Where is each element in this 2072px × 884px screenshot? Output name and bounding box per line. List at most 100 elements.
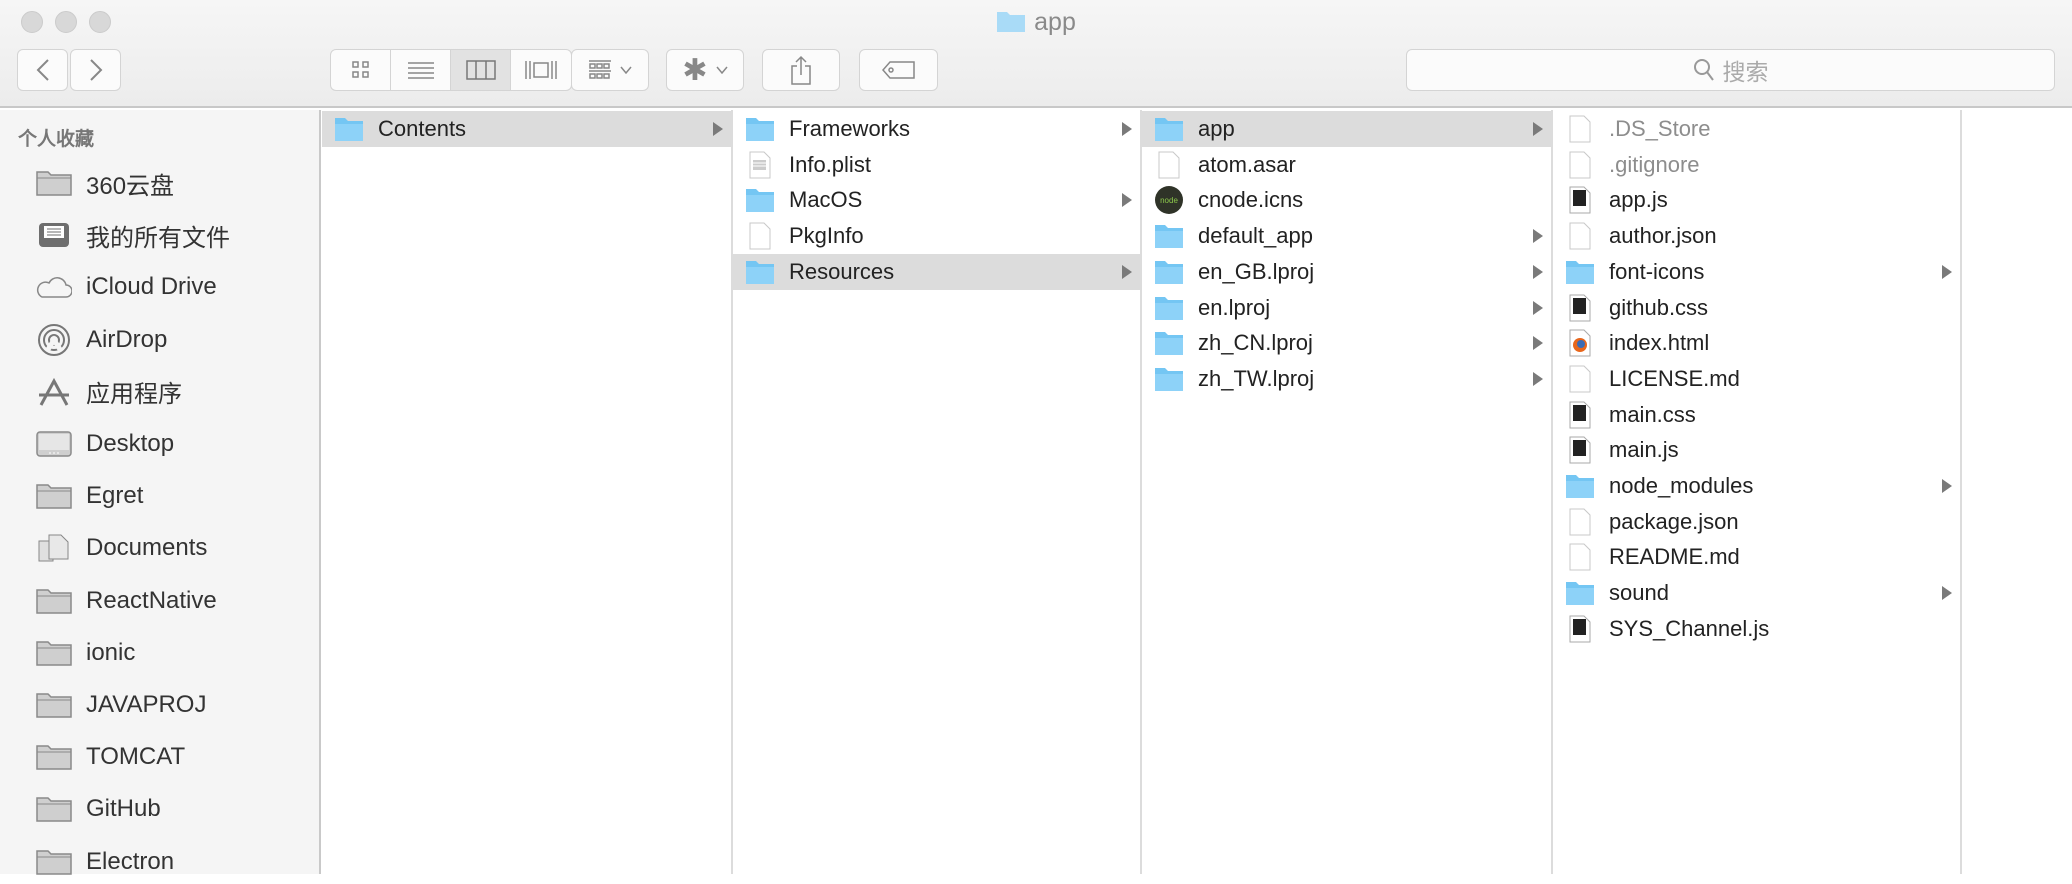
file-name: default_app [1198,223,1313,249]
file-name: index.html [1609,330,1710,356]
cover-flow-button[interactable] [511,50,571,90]
forward-button[interactable] [70,49,121,91]
file-row[interactable]: atom.asar [1142,147,1551,183]
file-row[interactable]: MacOS [733,182,1140,218]
file-row[interactable]: PkgInfo [733,218,1140,254]
file-name: SYS_Channel.js [1609,615,1770,641]
folder-icon [1154,222,1184,250]
file-name: atom.asar [1198,151,1296,177]
file-row[interactable]: github.css [1553,290,1960,326]
file-name: MacOS [789,187,863,213]
file-row[interactable]: en.lproj [1142,290,1551,326]
code-icon [1565,615,1595,643]
file-name: github.css [1609,294,1709,320]
file-row[interactable]: .gitignore [1553,147,1960,183]
icon-view-button[interactable] [331,50,391,90]
folder-icon [1154,115,1184,143]
file-name: main.js [1609,437,1679,463]
code-icon [1565,436,1595,464]
sidebar-item-label: Electron [86,847,175,875]
file-name: font-icons [1609,258,1705,284]
folder-icon [1154,294,1184,322]
sidebar-item[interactable]: TOMCAT [36,735,185,779]
all-files-icon [36,221,72,249]
file-row[interactable]: font-icons [1553,254,1960,290]
folder-icon [745,258,775,286]
sidebar-item[interactable]: 应用程序 [36,370,182,414]
share-button[interactable] [762,49,840,91]
file-row[interactable]: Resources [733,253,1140,290]
file-row[interactable]: sound [1553,575,1960,611]
file-name: zh_CN.lproj [1198,330,1313,356]
file-name: node_modules [1609,473,1754,498]
sidebar-item[interactable]: JAVAPROJ [36,683,206,727]
search-input[interactable]: 搜索 [1406,49,2055,91]
file-name: sound [1609,580,1669,606]
file-name: .DS_Store [1609,116,1711,141]
file-row[interactable]: zh_CN.lproj [1142,325,1551,361]
back-button[interactable] [17,49,68,91]
disclosure-arrow-icon [1533,336,1543,351]
file-row[interactable]: app [1142,111,1551,147]
file-row[interactable]: Frameworks [733,111,1140,147]
file-name: Resources [789,258,895,284]
documents-icon [36,534,72,562]
disclosure-arrow-icon [1533,122,1543,136]
sidebar-item[interactable]: Desktop [36,422,174,466]
sidebar: 个人收藏 360云盘 我的所有文件 iCloud Drive AirDrop 应用程序 D… [0,110,321,875]
folder-icon [334,115,364,143]
folder-icon [36,743,72,771]
sidebar-item[interactable]: ReactNative [36,579,217,623]
file-name: cnode.icns [1198,187,1304,213]
file-row[interactable]: SYS_Channel.js [1553,611,1960,647]
file-row[interactable]: zh_TW.lproj [1142,361,1551,397]
sidebar-item[interactable]: 我的所有文件 [36,213,230,257]
file-row[interactable]: main.js [1553,432,1960,468]
file-row[interactable]: README.md [1553,539,1960,575]
sidebar-item[interactable]: 360云盘 [36,161,174,205]
file-row[interactable]: Contents [322,111,731,147]
sidebar-item[interactable]: Egret [36,474,143,518]
file-row[interactable]: app.js [1553,182,1960,218]
file-row[interactable]: .DS_Store [1553,111,1960,147]
file-row[interactable]: package.json [1553,504,1960,540]
file-row[interactable]: default_app [1142,218,1551,254]
action-button[interactable]: ✱ [666,49,744,91]
code-icon [1565,401,1595,429]
sidebar-item[interactable]: GitHub [36,787,161,831]
browser-column: .DS_Store .gitignore app.js author.json font… [1553,110,1962,874]
folder-icon [36,169,72,197]
disclosure-arrow-icon [1122,122,1132,136]
arrange-icon [589,60,611,79]
code-icon [1565,294,1595,322]
file-row[interactable]: LICENSE.md [1553,361,1960,397]
applications-icon [36,377,72,406]
tag-button[interactable] [859,49,938,91]
file-row[interactable]: en_GB.lproj [1142,254,1551,290]
list-view-button[interactable] [391,50,451,90]
folder-icon [1565,579,1595,607]
file-row[interactable]: index.html [1553,325,1960,361]
sidebar-item-label: 应用程序 [86,381,182,409]
sidebar-item[interactable]: ionic [36,631,135,675]
column-view-button[interactable] [451,50,511,90]
svg-text:node: node [1160,196,1178,205]
browser-column: Contents [322,110,733,874]
file-name: zh_TW.lproj [1198,365,1315,391]
file-row[interactable]: node_modules [1553,468,1960,504]
sidebar-item[interactable]: Electron [36,840,174,884]
chevron-down-icon [715,66,728,74]
file-row[interactable]: node cnode.icns [1142,182,1551,218]
file-row[interactable]: author.json [1553,218,1960,254]
sidebar-item[interactable]: iCloud Drive [36,265,217,309]
arrange-button[interactable] [571,49,649,91]
file-name: en_GB.lproj [1198,258,1315,284]
browser-column: Frameworks Info.plist MacOS PkgInfo Resource… [733,110,1142,874]
sidebar-item[interactable]: Documents [36,526,207,570]
sidebar-item[interactable]: AirDrop [36,318,167,362]
folder-icon [1154,258,1184,286]
file-row[interactable]: Info.plist [733,147,1140,183]
file-row[interactable]: main.css [1553,397,1960,433]
plist-icon [745,151,775,179]
folder-icon [36,482,72,510]
